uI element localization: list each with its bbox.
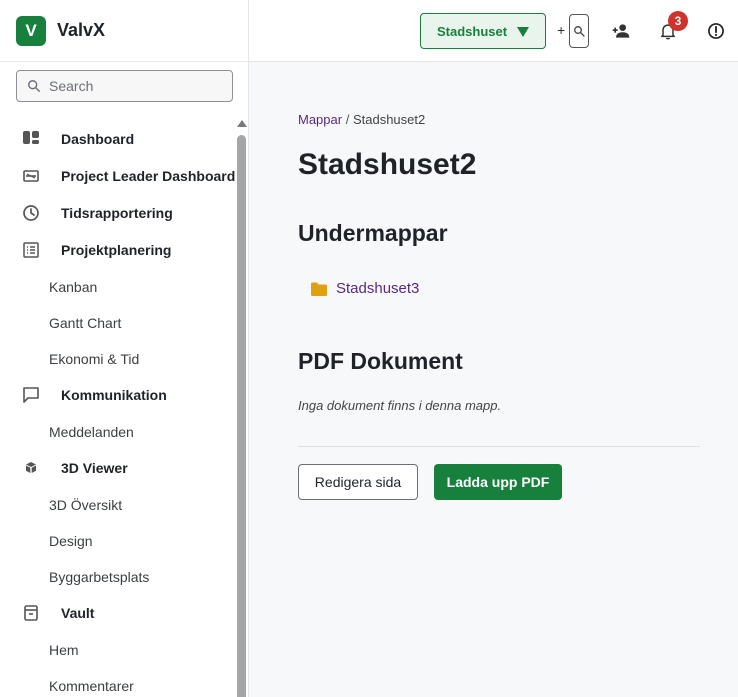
sidebar-item-tidsrapportering[interactable]: Tidsrapportering <box>0 196 236 230</box>
pdf-heading: PDF Dokument <box>298 348 463 374</box>
sidebar-item-label: Dashboard <box>61 131 135 147</box>
breadcrumb-current: Stadshuset2 <box>352 112 426 127</box>
sidebar-scrollbar[interactable] <box>236 118 247 697</box>
sidebar-item-label: Vault <box>61 605 95 621</box>
search-input[interactable] <box>49 78 219 94</box>
add-user-icon <box>612 24 630 38</box>
plus-sign: + <box>557 22 566 38</box>
sidebar-item-dashboard[interactable]: Dashboard <box>0 122 236 156</box>
sidebar-item-label: Kanban <box>49 279 98 295</box>
sidebar-item-label: Project Leader Dashboard <box>61 168 236 184</box>
sidebar-item-label: Meddelanden <box>49 424 134 440</box>
caret-down-icon <box>517 27 529 37</box>
breadcrumb-link-mappar[interactable]: Mappar <box>298 112 342 127</box>
clock-icon <box>22 204 40 222</box>
folder-icon <box>311 282 327 296</box>
project-select[interactable]: Stadshuset <box>420 13 546 49</box>
sidebar-item-label: Design <box>49 533 93 549</box>
add-user-button[interactable] <box>608 18 634 44</box>
list-icon <box>22 241 40 259</box>
sidebar-item-label: Kommentarer <box>49 678 134 694</box>
brand-name: ValvX <box>57 20 106 40</box>
sidebar-item-label: Kommunikation <box>61 387 167 403</box>
sidebar-item-label: Tidsrapportering <box>61 205 173 221</box>
scroll-thumb[interactable] <box>237 135 246 697</box>
top-search-button[interactable] <box>569 14 589 48</box>
sidebar: V ValvX Dashboard Project Leader Dashboa… <box>0 0 249 697</box>
cube-icon <box>22 459 40 477</box>
sidebar-search <box>0 62 248 102</box>
search-box[interactable] <box>16 70 233 102</box>
brand-logo: V <box>16 15 46 46</box>
divider <box>298 446 700 447</box>
sidebar-item-meddelanden[interactable]: Meddelanden <box>0 417 236 447</box>
sidebar-item-label: Ekonomi & Tid <box>49 351 140 367</box>
search-icon <box>574 26 585 37</box>
subfolder-item[interactable]: Stadshuset3 <box>311 280 419 297</box>
sidebar-item-label: Hem <box>49 642 79 658</box>
alert-button[interactable] <box>703 18 729 44</box>
brand[interactable]: V ValvX <box>0 0 248 62</box>
notification-badge: 3 <box>668 11 688 31</box>
sidebar-item-label: 3D Översikt <box>49 497 123 513</box>
sidebar-item-hem[interactable]: Hem <box>0 635 236 665</box>
leader-dashboard-icon <box>22 167 40 185</box>
chat-icon <box>22 386 40 404</box>
sidebar-item-label: 3D Viewer <box>61 460 128 476</box>
vault-icon <box>22 604 40 622</box>
sidebar-item-3d-oversikt[interactable]: 3D Översikt <box>0 490 236 520</box>
project-select-label: Stadshuset <box>437 23 508 39</box>
sidebar-item-gantt-chart[interactable]: Gantt Chart <box>0 308 236 338</box>
page-title: Stadshuset2 <box>298 148 477 181</box>
topbar: Stadshuset + 3 <box>249 0 738 62</box>
sidebar-item-vault[interactable]: Vault <box>0 596 236 630</box>
sidebar-item-kanban[interactable]: Kanban <box>0 272 236 302</box>
edit-page-button[interactable]: Redigera sida <box>298 464 418 500</box>
sidebar-item-project-leader-dashboard[interactable]: Project Leader Dashboard <box>0 159 236 193</box>
alert-icon <box>708 23 724 39</box>
sidebar-item-ekonomi-tid[interactable]: Ekonomi & Tid <box>0 344 236 374</box>
scroll-up-arrow-icon[interactable] <box>237 120 247 127</box>
sidebar-item-design[interactable]: Design <box>0 526 236 556</box>
sidebar-item-label: Byggarbetsplats <box>49 569 150 585</box>
subfolder-name[interactable]: Stadshuset3 <box>336 280 419 297</box>
sidebar-item-3d-viewer[interactable]: 3D Viewer <box>0 451 236 485</box>
dashboard-icon <box>22 130 40 148</box>
breadcrumb: Mappar / Stadshuset2 <box>298 112 425 127</box>
pdf-empty-message: Inga dokument finns i denna mapp. <box>298 398 502 413</box>
upload-pdf-button[interactable]: Ladda upp PDF <box>434 464 562 500</box>
sidebar-item-label: Projektplanering <box>61 242 172 258</box>
sidebar-item-byggarbetsplats[interactable]: Byggarbetsplats <box>0 562 236 592</box>
sidebar-item-kommunikation[interactable]: Kommunikation <box>0 378 236 412</box>
sidebar-item-kommentarer[interactable]: Kommentarer <box>0 671 236 697</box>
search-icon <box>28 80 40 92</box>
breadcrumb-separator: / <box>345 112 350 127</box>
sidebar-item-label: Gantt Chart <box>49 315 122 331</box>
sidebar-item-projektplanering[interactable]: Projektplanering <box>0 233 236 267</box>
subfolders-heading: Undermappar <box>298 220 448 246</box>
